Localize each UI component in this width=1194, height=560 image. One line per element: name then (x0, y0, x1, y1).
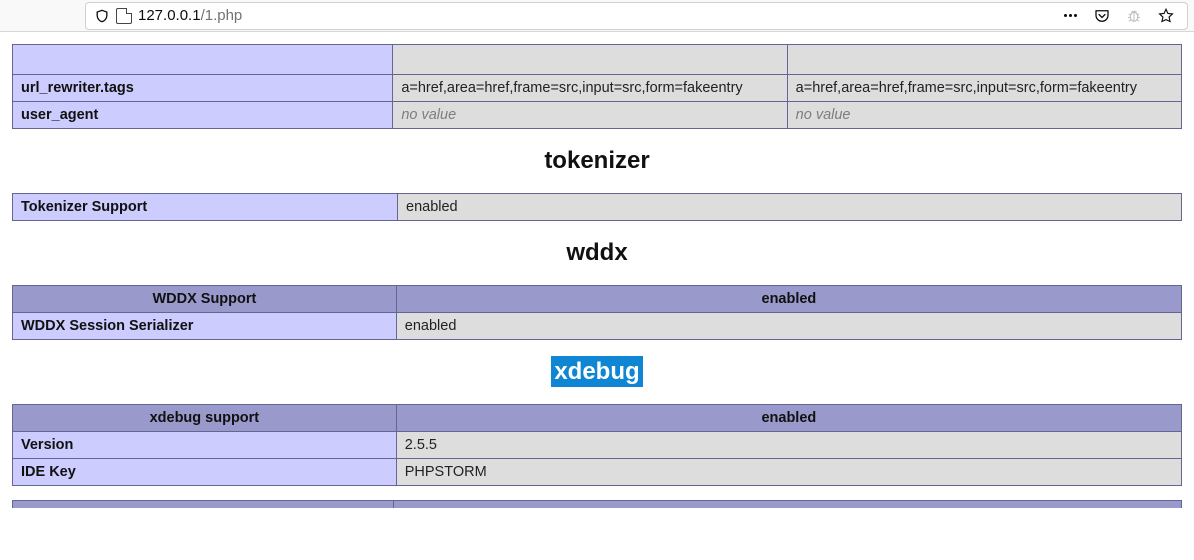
directive-name: url_rewriter.tags (13, 75, 393, 102)
url-host: 127.0.0.1 (138, 7, 201, 24)
table-header (394, 501, 1182, 509)
site-identity-icon[interactable] (116, 8, 132, 24)
table-row: user_agent no value no value (13, 102, 1182, 129)
master-value: a=href,area=href,frame=src,input=src,for… (787, 75, 1181, 102)
master-value: no value (787, 102, 1181, 129)
pocket-icon[interactable] (1093, 7, 1111, 25)
table-header: WDDX Support (13, 286, 397, 313)
table-header-row: xdebug support enabled (13, 405, 1182, 432)
directive-name: user_agent (13, 102, 393, 129)
table-row: Version 2.5.5 (13, 432, 1182, 459)
directive-value: enabled (396, 313, 1181, 340)
url-bar[interactable]: 127.0.0.1/1.php (85, 2, 1188, 30)
local-value: a=href,area=href,frame=src,input=src,for… (393, 75, 787, 102)
session-config-partial: url_rewriter.tags a=href,area=href,frame… (12, 44, 1182, 129)
master-value (787, 45, 1181, 75)
wddx-table: WDDX Support enabled WDDX Session Serial… (12, 285, 1182, 340)
local-value: no value (393, 102, 787, 129)
bug-icon[interactable] (1125, 7, 1143, 25)
section-heading-xdebug: xdebug (12, 358, 1182, 386)
table-header: enabled (396, 286, 1181, 313)
table-header: enabled (396, 405, 1181, 432)
table-header-row (13, 501, 1182, 509)
url-path: /1.php (201, 7, 243, 24)
table-header (13, 501, 394, 509)
directive-value: 2.5.5 (396, 432, 1181, 459)
directive-name: IDE Key (13, 459, 397, 486)
table-header-row: WDDX Support enabled (13, 286, 1182, 313)
tracking-protection-icon[interactable] (94, 8, 110, 24)
table-row: url_rewriter.tags a=href,area=href,frame… (13, 75, 1182, 102)
section-heading-tokenizer: tokenizer (12, 147, 1182, 175)
table-row: IDE Key PHPSTORM (13, 459, 1182, 486)
directive-name: Version (13, 432, 397, 459)
urlbar-actions (1064, 7, 1183, 25)
next-table-partial (12, 500, 1182, 508)
section-heading-wddx: wddx (12, 239, 1182, 267)
table-row: WDDX Session Serializer enabled (13, 313, 1182, 340)
browser-toolbar: 127.0.0.1/1.php (0, 0, 1194, 32)
directive-value: enabled (398, 194, 1182, 221)
local-value (393, 45, 787, 75)
config-table: url_rewriter.tags a=href,area=href,frame… (12, 44, 1182, 129)
directive-name: WDDX Session Serializer (13, 313, 397, 340)
table-row: Tokenizer Support enabled (13, 194, 1182, 221)
page-actions-icon[interactable] (1064, 14, 1077, 17)
table-row (13, 45, 1182, 75)
xdebug-table: xdebug support enabled Version 2.5.5 IDE… (12, 404, 1182, 486)
bookmark-star-icon[interactable] (1157, 7, 1175, 25)
table-header: xdebug support (13, 405, 397, 432)
url-text: 127.0.0.1/1.php (138, 7, 1064, 24)
directive-value: PHPSTORM (396, 459, 1181, 486)
tokenizer-table: Tokenizer Support enabled (12, 193, 1182, 221)
directive-name: Tokenizer Support (13, 194, 398, 221)
directive-name (13, 45, 393, 75)
partial-table (12, 500, 1182, 508)
